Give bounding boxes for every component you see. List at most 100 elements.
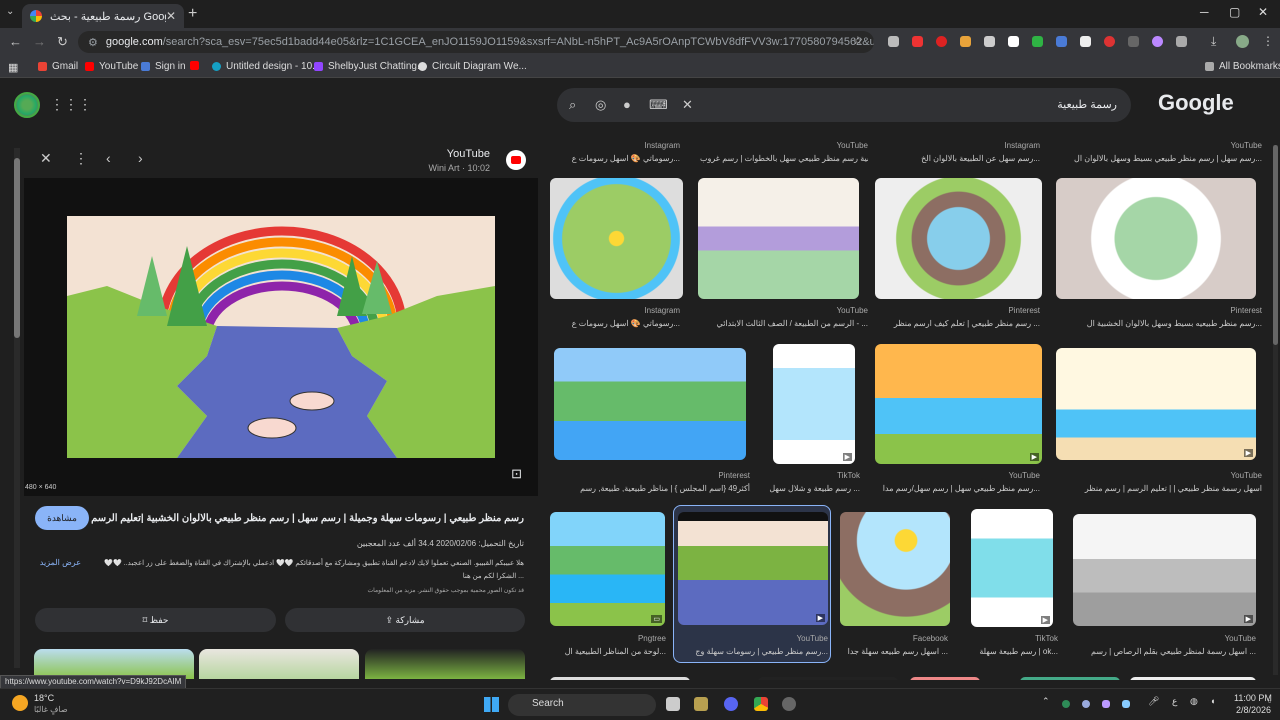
result-caption[interactable]: YouTube كيفية رسم منظر طبيعي سهل بالخطوات… — [700, 141, 868, 163]
result-image[interactable] — [875, 178, 1042, 299]
site-info-icon[interactable]: ⚙ — [88, 36, 98, 49]
result-caption[interactable]: YouTube اسهل رسمة لمنظر طبيعي بقلم الرصاص… — [1070, 634, 1256, 656]
related-thumbnail[interactable] — [199, 649, 359, 679]
chrome-icon[interactable] — [754, 697, 768, 711]
visit-button[interactable]: مشاهدة — [35, 506, 89, 530]
extension-icon[interactable] — [1080, 36, 1091, 47]
result-image[interactable] — [550, 178, 683, 299]
extension-icon[interactable] — [1128, 36, 1139, 47]
lens-search-icon[interactable]: ⊡ — [511, 466, 522, 482]
extension-icon[interactable] — [984, 36, 995, 47]
tray-icon[interactable] — [1082, 700, 1090, 708]
tray-icon[interactable] — [1102, 700, 1110, 708]
reload-icon[interactable]: ↻ — [57, 34, 68, 50]
maximize-button[interactable]: ▢ — [1229, 5, 1240, 19]
close-preview-icon[interactable]: ✕ — [40, 150, 52, 167]
result-image[interactable] — [1130, 677, 1256, 680]
result-image[interactable] — [910, 677, 980, 680]
result-image[interactable]: ▶ — [1073, 514, 1256, 626]
minimize-button[interactable]: ─ — [1200, 5, 1209, 19]
taskbar-search[interactable]: Search — [508, 694, 656, 716]
result-caption[interactable]: YouTube رسم سهل | رسم منظر طبيعي بسيط وسه… — [1058, 141, 1262, 163]
lens-icon[interactable]: ◎ — [595, 97, 606, 113]
scrollbar-thumb[interactable] — [1273, 145, 1278, 345]
extensions-puzzle-icon[interactable] — [1176, 36, 1187, 47]
extension-icon[interactable] — [888, 36, 899, 47]
result-image[interactable] — [698, 178, 859, 299]
result-caption[interactable]: YouTube اسهل رسمة منظر طبيعي | | تعليم ال… — [1058, 471, 1262, 493]
result-image[interactable] — [758, 677, 898, 680]
copyright-notice[interactable]: قد تكون الصور محمية بموجب حقوق النشر. مز… — [367, 587, 524, 594]
tray-icon[interactable] — [1122, 700, 1130, 708]
menu-icon[interactable]: ⋮ — [1262, 34, 1274, 48]
tray-icon[interactable] — [1062, 700, 1070, 708]
extension-icon[interactable] — [1056, 36, 1067, 47]
result-caption[interactable]: TikTok رسم طبيعة سهلة | ok... — [960, 634, 1058, 656]
result-caption[interactable]: Instagram رسوماتي 🎨 اسهل رسومات ع... — [550, 141, 680, 163]
extension-icon[interactable] — [1032, 36, 1043, 47]
bookmark-twitch[interactable]: ShelbyJust Chatting... — [314, 61, 425, 72]
result-image[interactable]: ▶ — [875, 344, 1042, 464]
show-more-link[interactable]: عرض المزيد — [36, 558, 81, 567]
address-bar[interactable]: ⚙ google.com/search?sca_esv=75ec5d1badd4… — [78, 31, 874, 53]
result-image[interactable] — [840, 512, 950, 626]
windows-start-icon[interactable] — [484, 697, 499, 712]
next-icon[interactable]: › — [138, 150, 143, 166]
save-button[interactable]: ⌑ حفظ — [35, 608, 276, 632]
notification-icon[interactable]: ▫ — [1268, 696, 1271, 706]
google-logo[interactable]: Google — [1158, 90, 1234, 116]
extension-icon[interactable] — [1104, 36, 1115, 47]
result-image[interactable] — [1056, 178, 1256, 299]
preview-image-frame[interactable]: ⊡ — [24, 178, 538, 496]
language-indicator[interactable]: ع — [1172, 696, 1177, 707]
result-caption[interactable]: Pinterest رسم منظر طبيعيه بسيط وسهل بالال… — [1058, 306, 1262, 328]
result-caption[interactable]: Instagram رسم سهل عن الطبيعة بالالوان الخ… — [878, 141, 1040, 163]
apps-grid-icon[interactable]: ▦ — [8, 61, 18, 74]
result-caption[interactable]: Pngtree لوحة من المناظر الطبيعية ال... — [550, 634, 666, 656]
result-image[interactable]: ▶ — [971, 509, 1053, 627]
result-image[interactable] — [550, 677, 690, 680]
app-icon[interactable] — [782, 697, 796, 711]
tab-search-icon[interactable]: ⌄ — [6, 6, 14, 17]
preview-image[interactable] — [67, 216, 495, 458]
extension-icon[interactable] — [1008, 36, 1019, 47]
extension-icon[interactable] — [1152, 36, 1163, 47]
share-button[interactable]: ⇪ مشاركة — [285, 608, 525, 632]
active-tab[interactable]: رسمة طبيعية - بحث Google ✕ — [22, 4, 184, 28]
network-icon[interactable]: ◍ — [1190, 696, 1198, 707]
tab-close-icon[interactable]: ✕ — [166, 9, 176, 23]
bookmark-youtube-2[interactable] — [190, 61, 204, 70]
all-bookmarks[interactable]: All Bookmarks — [1205, 61, 1280, 72]
task-view-icon[interactable] — [666, 697, 680, 711]
result-caption[interactable]: TikTok رسم طبيعة و شلال سهل ... — [756, 471, 860, 493]
more-options-icon[interactable]: ⋮ — [74, 150, 88, 167]
bookmark-youtube[interactable]: YouTube — [85, 61, 138, 72]
youtube-icon[interactable] — [506, 150, 526, 170]
tray-chevron-icon[interactable]: ⌃ — [1042, 696, 1050, 707]
microphone-icon[interactable]: 🎤︎ — [1148, 696, 1159, 707]
bookmark-sign-in[interactable]: Sign in — [141, 61, 186, 72]
mic-icon[interactable]: ● — [623, 97, 631, 112]
volume-icon[interactable]: ◖ — [1210, 696, 1215, 706]
forward-icon[interactable]: → — [33, 34, 46, 49]
result-caption[interactable]: Instagram رسوماتي 🎨 اسهل رسومات ع... — [550, 306, 680, 328]
result-image[interactable]: ▭ — [550, 512, 665, 626]
preview-source[interactable]: YouTube Wini Art · 10:02 — [428, 148, 490, 173]
result-caption[interactable]: Pinterest رسم منظر طبيعي | تعلم كيف ارسم … — [878, 306, 1040, 328]
weather-icon[interactable] — [12, 695, 28, 711]
bookmark-canva[interactable]: Untitled design - 10... — [212, 61, 321, 72]
extension-icon[interactable] — [960, 36, 971, 47]
extension-icon[interactable] — [936, 36, 947, 47]
download-icon[interactable]: ⤓ — [1211, 34, 1216, 49]
back-icon[interactable]: ← — [9, 34, 22, 49]
bookmark-star-icon[interactable]: ☆ — [853, 34, 863, 47]
results-scrollbar[interactable] — [1273, 145, 1278, 675]
close-window-button[interactable]: ✕ — [1258, 5, 1268, 19]
clear-icon[interactable]: ✕ — [682, 97, 693, 113]
page-scrollbar[interactable] — [14, 148, 20, 668]
search-icon[interactable]: ⌕ — [569, 97, 576, 113]
result-image[interactable]: ▶ — [773, 344, 855, 464]
file-explorer-icon[interactable] — [694, 697, 708, 711]
new-tab-button[interactable]: + — [188, 5, 197, 23]
result-caption[interactable]: YouTube الرسم من الطبيعة / الصف الثالث ال… — [700, 306, 868, 328]
